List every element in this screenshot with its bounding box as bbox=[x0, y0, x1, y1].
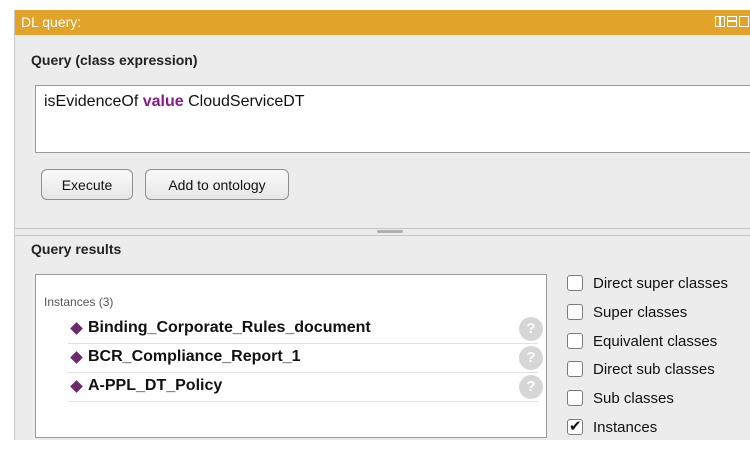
instance-label: BCR_Compliance_Report_1 bbox=[88, 348, 301, 365]
horizontal-split-icon[interactable] bbox=[727, 16, 737, 27]
instance-label: A-PPL_DT_Policy bbox=[88, 377, 223, 394]
list-item[interactable]: A-PPL_DT_Policy ? bbox=[68, 373, 543, 402]
sub-classes-checkbox[interactable] bbox=[567, 390, 583, 406]
option-label: Direct super classes bbox=[593, 274, 729, 292]
option-direct-sub-classes[interactable]: Direct sub classes bbox=[567, 358, 715, 380]
panel-titlebar: DL query: bbox=[15, 10, 750, 35]
divider-grip-icon[interactable] bbox=[377, 230, 403, 233]
class-expression-input[interactable]: isEvidenceOf value CloudServiceDT bbox=[35, 85, 750, 153]
option-equivalent-classes[interactable]: Equivalent classes bbox=[567, 330, 717, 352]
query-results-list: Instances (3) Binding_Corporate_Rules_do… bbox=[35, 274, 547, 438]
direct-sub-classes-checkbox[interactable] bbox=[567, 361, 583, 377]
direct-super-classes-checkbox[interactable] bbox=[567, 275, 583, 291]
results-header: Instances (3) bbox=[44, 295, 114, 309]
expression-individual: CloudServiceDT bbox=[188, 93, 305, 110]
split-view-icon[interactable] bbox=[715, 16, 725, 27]
instance-label: Binding_Corporate_Rules_document bbox=[88, 319, 371, 336]
query-section-label: Query (class expression) bbox=[31, 52, 198, 68]
expression-property: isEvidenceOf bbox=[44, 93, 139, 110]
option-label: Super classes bbox=[593, 303, 688, 321]
maximize-icon[interactable] bbox=[739, 16, 749, 27]
instance-diamond-icon bbox=[70, 322, 83, 335]
panel-title: DL query: bbox=[21, 14, 82, 30]
option-label: Sub classes bbox=[593, 389, 674, 407]
option-label: Direct sub classes bbox=[593, 360, 715, 378]
dl-query-panel: DL query: Query (class expression) isEvi… bbox=[14, 10, 750, 440]
equivalent-classes-checkbox[interactable] bbox=[567, 333, 583, 349]
list-item[interactable]: BCR_Compliance_Report_1 ? bbox=[68, 344, 543, 373]
expression-keyword: value bbox=[142, 93, 184, 110]
option-instances[interactable]: Instances bbox=[567, 416, 657, 438]
execute-button[interactable]: Execute bbox=[41, 169, 133, 200]
window-controls bbox=[715, 16, 749, 27]
option-label: Equivalent classes bbox=[593, 332, 718, 350]
help-icon[interactable]: ? bbox=[519, 375, 543, 399]
split-pane-divider[interactable] bbox=[15, 228, 750, 236]
help-icon[interactable]: ? bbox=[519, 346, 543, 370]
instance-diamond-icon bbox=[70, 351, 83, 364]
list-item[interactable]: Binding_Corporate_Rules_document ? bbox=[68, 315, 543, 344]
instances-checkbox[interactable] bbox=[567, 417, 583, 435]
option-direct-super-classes[interactable]: Direct super classes bbox=[567, 272, 728, 294]
option-sub-classes[interactable]: Sub classes bbox=[567, 387, 674, 409]
results-section-label: Query results bbox=[31, 241, 122, 257]
add-to-ontology-button[interactable]: Add to ontology bbox=[145, 169, 289, 200]
super-classes-checkbox[interactable] bbox=[567, 304, 583, 320]
option-super-classes[interactable]: Super classes bbox=[567, 301, 687, 323]
instance-diamond-icon bbox=[70, 380, 83, 393]
help-icon[interactable]: ? bbox=[519, 317, 543, 341]
option-label: Instances bbox=[593, 418, 658, 436]
